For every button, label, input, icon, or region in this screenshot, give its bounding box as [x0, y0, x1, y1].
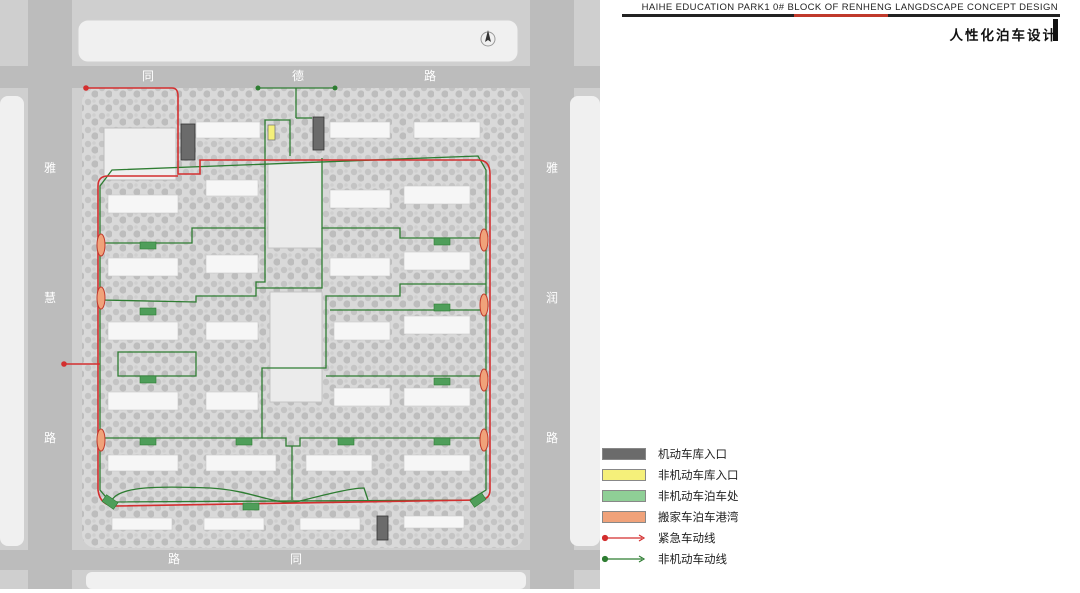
legend-label: 机动车库入口	[658, 447, 727, 461]
legend-label: 搬家车泊车港湾	[658, 510, 739, 524]
legend-swatch	[602, 469, 646, 481]
legend-item-garage-entrance: 机动车库入口	[602, 444, 902, 465]
road-label-north-3: 路	[424, 68, 436, 83]
legend-label: 非机动车库入口	[658, 468, 739, 482]
header-rule-accent	[794, 14, 888, 17]
road-label-north-1: 同	[142, 69, 154, 83]
road-label-north-2: 德	[292, 68, 304, 83]
legend-swatch	[602, 448, 646, 460]
project-subtitle: HAIHE EDUCATION PARK1 0# BLOCK OF RENHEN…	[641, 2, 1058, 13]
east-block	[570, 96, 600, 546]
legend-swatch	[602, 490, 646, 502]
non-motor-route-end	[332, 85, 338, 91]
south-block	[86, 572, 526, 589]
legend-line	[602, 555, 646, 563]
non-motor-route-start	[255, 85, 261, 91]
west-block	[0, 96, 24, 546]
central-axis	[267, 161, 323, 249]
legend-item-bike-garage-entrance: 非机动车库入口	[602, 465, 902, 486]
legend: 机动车库入口 非机动车库入口 非机动车泊车处 搬家车泊车港湾 紧急车动线 非机动…	[602, 444, 902, 570]
legend-label: 非机动车泊车处	[658, 489, 739, 503]
header-rule	[622, 14, 1060, 17]
legend-line	[602, 534, 646, 542]
road-label-east-3: 路	[546, 430, 558, 445]
road-label-west-1: 雅	[44, 160, 56, 175]
legend-label: 紧急车动线	[658, 531, 716, 545]
site-plan: 同 德 路 雅 慧 路 雅 润 路 路 同	[0, 0, 600, 589]
north-block	[77, 19, 519, 63]
emergency-route-west-start	[61, 361, 67, 367]
legend-swatch	[602, 511, 646, 523]
emergency-route-start	[83, 85, 89, 91]
site-plan-svg: 同 德 路 雅 慧 路 雅 润 路 路 同	[0, 0, 600, 589]
road-label-west-2: 慧	[44, 290, 56, 305]
legend-item-moving-bay: 搬家车泊车港湾	[602, 507, 902, 528]
page-title: 人性化泊车设计	[949, 28, 1058, 44]
legend-label: 非机动车动线	[658, 552, 727, 566]
legend-item-bike-parking: 非机动车泊车处	[602, 486, 902, 507]
road-label-west-3: 路	[44, 430, 56, 445]
road-label-south-1: 路	[168, 551, 180, 566]
bike-garage-entrance	[267, 124, 276, 141]
legend-item-non-motor-route: 非机动车动线	[602, 549, 902, 570]
legend-item-emergency-route: 紧急车动线	[602, 528, 902, 549]
road-label-east-1: 雅	[546, 160, 558, 175]
road-label-east-2: 润	[546, 291, 558, 305]
road-label-south-2: 同	[290, 552, 302, 566]
central-garden	[269, 291, 323, 403]
plaza	[103, 127, 177, 181]
